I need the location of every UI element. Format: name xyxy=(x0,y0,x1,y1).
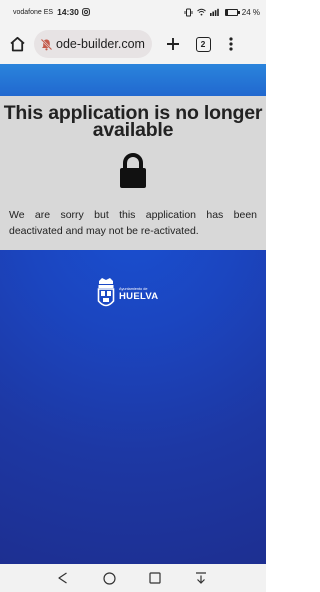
wifi-icon xyxy=(196,8,206,16)
status-left: vodafone ES 14:30 xyxy=(13,7,90,17)
battery-percent: 24 % xyxy=(241,7,260,17)
huelva-crest-icon xyxy=(97,278,115,307)
home-button[interactable] xyxy=(6,33,28,55)
system-nav-bar xyxy=(0,564,266,592)
status-right: 24 % xyxy=(184,8,260,17)
url-text: ode-builder.com xyxy=(56,37,145,51)
signal-icon xyxy=(209,8,221,16)
home-nav-button[interactable] xyxy=(101,570,117,586)
new-tab-button[interactable] xyxy=(162,33,184,55)
browser-toolbar: ode-builder.com 2 xyxy=(0,24,266,64)
logo-text: Ayuntamiento de HUELVA xyxy=(119,287,158,302)
battery-level xyxy=(225,9,229,15)
carrier-name: vodafone ES xyxy=(13,8,54,16)
back-icon xyxy=(57,572,69,584)
clock: 14:30 xyxy=(57,7,79,17)
deactivated-message: We are sorry but this application has be… xyxy=(9,209,257,237)
back-button[interactable] xyxy=(55,570,71,586)
unavailable-notice: This application is no longer available … xyxy=(0,96,266,250)
recents-icon xyxy=(149,572,161,584)
home-circle-icon xyxy=(102,571,116,585)
page-title: This application is no longer available xyxy=(3,102,263,141)
battery-icon xyxy=(224,8,240,16)
recents-button[interactable] xyxy=(147,570,163,586)
web-page: This application is no longer available … xyxy=(0,64,266,564)
download-button[interactable] xyxy=(193,570,209,586)
tabs-button[interactable]: 2 xyxy=(192,33,214,55)
logo-big-text: HUELVA xyxy=(119,290,159,302)
download-icon xyxy=(195,572,207,584)
site-notifications-off-icon[interactable] xyxy=(39,37,54,52)
more-vert-icon xyxy=(229,37,233,51)
top-band xyxy=(0,64,266,96)
more-options-button[interactable] xyxy=(220,33,242,55)
status-bar: vodafone ES 14:30 24 % xyxy=(0,0,266,24)
tabs-icon: 2 xyxy=(195,36,211,52)
huelva-logo: Ayuntamiento de HUELVA xyxy=(96,276,162,312)
plus-icon xyxy=(166,37,180,51)
instagram-icon xyxy=(81,8,90,16)
lock-icon xyxy=(117,153,149,189)
vibrate-icon xyxy=(184,8,193,17)
address-bar[interactable]: ode-builder.com xyxy=(34,30,152,58)
home-icon xyxy=(9,36,26,52)
